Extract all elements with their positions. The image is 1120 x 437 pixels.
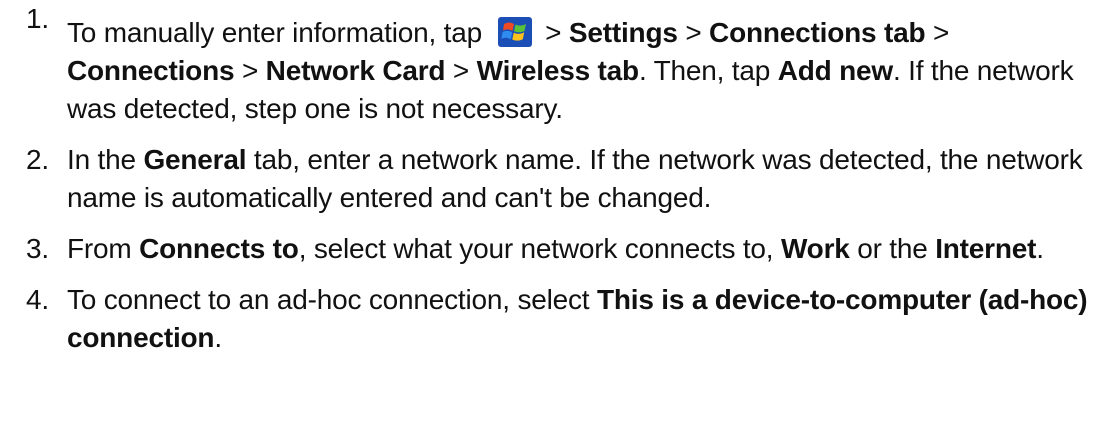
- step-text: >: [445, 55, 477, 86]
- step-text: To manually enter information, tap: [67, 17, 490, 48]
- step-text: In the: [67, 144, 144, 175]
- instruction-steps: 1. To manually enter information, tap > …: [0, 0, 1120, 357]
- step-keyword: Settings: [568, 17, 678, 48]
- step-keyword: Work: [780, 233, 850, 264]
- step-text: or the: [849, 233, 936, 264]
- step-text: From: [67, 233, 140, 264]
- step-number: 2.: [26, 144, 49, 175]
- step-number: 1.: [26, 3, 49, 34]
- step-keyword: Wireless tab: [476, 55, 640, 86]
- step-3: 3. From Connects to, select what your ne…: [0, 230, 1120, 268]
- step-number: 3.: [26, 233, 49, 264]
- step-2: 2. In the General tab, enter a network n…: [0, 141, 1120, 217]
- windows-start-icon: [497, 17, 532, 47]
- step-keyword: Connects to: [139, 233, 299, 264]
- step-4: 4. To connect to an ad-hoc connection, s…: [0, 281, 1120, 357]
- step-keyword: General: [143, 144, 247, 175]
- step-text: .: [1036, 233, 1044, 264]
- step-keyword: Internet: [935, 233, 1037, 264]
- step-text: To connect to an ad-hoc connection, sele…: [67, 284, 597, 315]
- step-number: 4.: [26, 284, 49, 315]
- step-text: . Then, tap: [638, 55, 778, 86]
- step-keyword: Connections: [67, 55, 235, 86]
- step-keyword: Network Card: [265, 55, 446, 86]
- step-keyword: Add new: [777, 55, 893, 86]
- step-text: >: [925, 17, 950, 48]
- step-text: .: [214, 322, 222, 353]
- step-text: >: [234, 55, 266, 86]
- step-keyword: Connections tab: [709, 17, 926, 48]
- step-1: 1. To manually enter information, tap > …: [0, 0, 1120, 128]
- step-text: >: [677, 17, 710, 48]
- step-text: >: [537, 17, 569, 48]
- step-text: , select what your network connects to,: [298, 233, 781, 264]
